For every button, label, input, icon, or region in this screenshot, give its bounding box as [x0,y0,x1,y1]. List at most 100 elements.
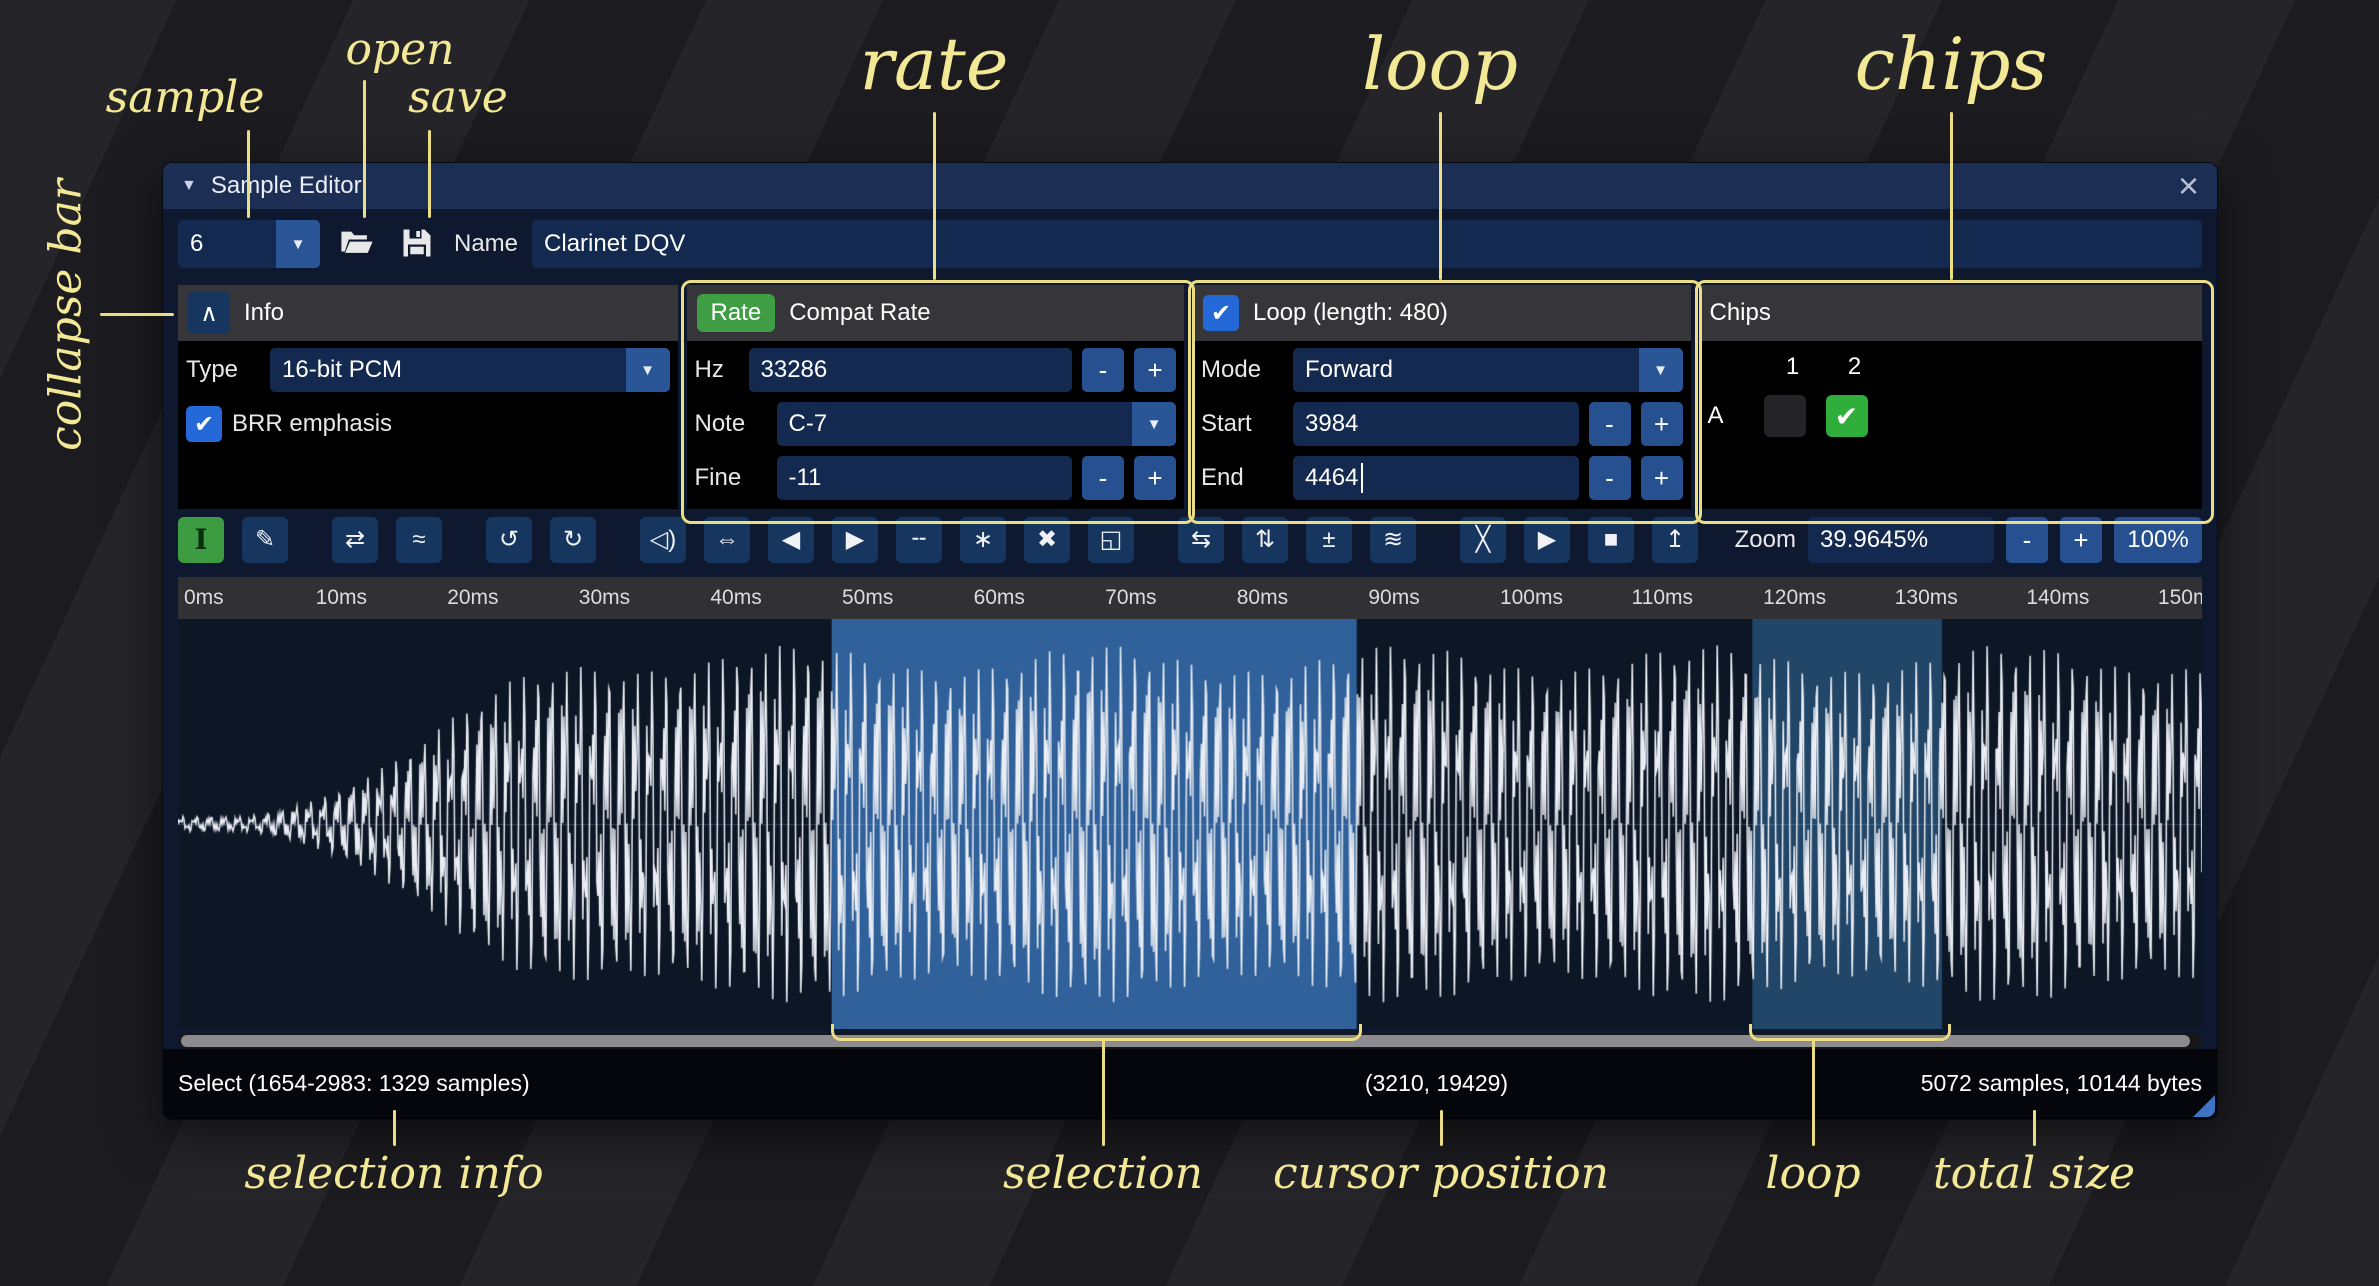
save-button[interactable] [394,221,440,267]
fine-increase-button[interactable]: + [1134,456,1176,500]
loop-end-input[interactable]: 4464 [1293,456,1579,500]
annotation-cursor-position: cursor position [1273,1148,1609,1199]
undo-button[interactable]: ↺ [486,517,532,563]
annotation-line-rate [933,112,936,280]
ruler-tick: 10ms [310,577,442,619]
apply-silence-icon: ∗ [973,528,993,552]
fine-decrease-button[interactable]: - [1082,456,1124,500]
hz-increase-button[interactable]: + [1134,348,1176,392]
amplify-button[interactable]: ◁) [640,517,686,563]
delete-icon: ✖ [1037,528,1057,552]
edit-draw-button[interactable]: ✎ [242,517,288,563]
rate-title: Compat Rate [789,299,930,327]
reverse-button[interactable]: ⇆ [1178,517,1224,563]
chip-toggle-2[interactable] [1826,395,1868,437]
loop-start-decrease-button[interactable]: - [1589,402,1631,446]
scrollbar-thumb[interactable] [181,1035,2190,1047]
loop-start-label: Start [1201,410,1283,438]
annotation-line-open [363,80,366,218]
text-cursor [1361,463,1363,493]
loop-end-value: 4464 [1305,464,1358,492]
title-bar[interactable]: ▼ Sample Editor × [163,163,2217,209]
zoom-in-button[interactable]: + [2060,517,2102,563]
loop-section: Loop (length: 480) Mode Forward ▼ Start … [1193,285,1691,509]
ruler-tick: 50ms [836,577,968,619]
chips-section: Chips 1 2 A [1700,285,2203,509]
hz-label: Hz [695,356,739,384]
chevron-down-icon[interactable]: ▼ [626,348,670,392]
preview-button[interactable]: ▶ [1524,517,1570,563]
note-select[interactable]: C-7 ▼ [777,402,1177,446]
chip-column-headers: 1 2 [1772,347,2195,387]
note-label: Note [695,410,767,438]
signedness-button[interactable]: ± [1306,517,1352,563]
close-icon[interactable]: × [2178,168,2199,204]
chip-column-2-label: 2 [1834,353,1876,381]
stop-preview-button[interactable]: ■ [1588,517,1634,563]
loop-end-increase-button[interactable]: + [1641,456,1683,500]
loop-mode-select[interactable]: Forward ▼ [1293,348,1683,392]
ruler-tick: 80ms [1231,577,1363,619]
collapse-info-button[interactable]: ∧ [188,292,230,334]
ruler-tick: 40ms [704,577,836,619]
redo-button[interactable]: ↻ [550,517,596,563]
ruler-tick: 120ms [1757,577,1889,619]
apply-silence-button[interactable]: ∗ [960,517,1006,563]
chevron-down-icon[interactable]: ▼ [276,220,320,268]
normalize-button[interactable]: ⇔ [704,517,750,563]
annotation-total-size: total size [1933,1148,2135,1199]
sample-selector[interactable]: 6 ▼ [178,220,320,268]
waveform-scrollbar[interactable] [178,1033,2202,1049]
filter-button[interactable]: ≋ [1370,517,1416,563]
ruler-tick: 130ms [1889,577,2021,619]
loop-start-input[interactable]: 3984 [1293,402,1579,446]
resize-grip[interactable] [2193,1095,2215,1117]
loop-end-decrease-button[interactable]: - [1589,456,1631,500]
fade-out-button[interactable]: ▶ [832,517,878,563]
undo-icon: ↺ [499,528,519,552]
invert-button[interactable]: ⇅ [1242,517,1288,563]
note-value: C-7 [777,402,1133,446]
window-collapse-caret-icon[interactable]: ▼ [181,177,197,195]
normalize-icon: ⇔ [715,528,739,552]
chevron-down-icon[interactable]: ▼ [1639,348,1683,392]
delete-button[interactable]: ✖ [1024,517,1070,563]
name-value: Clarinet DQV [544,230,685,258]
brr-emphasis-checkbox[interactable] [186,406,222,442]
info-body: Type 16-bit PCM ▼ BRR emphasis [178,341,678,509]
type-select[interactable]: 16-bit PCM ▼ [270,348,670,392]
fade-in-button[interactable]: ◀ [768,517,814,563]
insert-silence-button[interactable]: ╌ [896,517,942,563]
loop-mode-value: Forward [1293,348,1639,392]
fine-input[interactable]: -11 [777,456,1073,500]
loop-end-label: End [1201,464,1283,492]
rate-body: Hz 33286 - + Note C-7 ▼ [687,341,1185,509]
chevron-down-icon[interactable]: ▼ [1132,402,1176,446]
zoom-reset-button[interactable]: 100% [2114,517,2202,563]
chip-cells [1764,395,1868,437]
hz-input[interactable]: 33286 [749,348,1073,392]
crop-icon: ◱ [1100,528,1123,552]
trim-button[interactable]: ◱ [1088,517,1134,563]
time-ruler[interactable]: 0ms10ms20ms30ms40ms50ms60ms70ms80ms90ms1… [178,577,2202,619]
crossfade-button[interactable]: ╳ [1460,517,1506,563]
zoom-out-button[interactable]: - [2006,517,2048,563]
chips-header: Chips [1700,285,2203,341]
make-wavetable-button[interactable]: ↥ [1652,517,1698,563]
chip-toggle-1[interactable] [1764,395,1806,437]
type-label: Type [186,356,260,384]
waveform-canvas[interactable] [178,619,2202,1029]
resample-button[interactable]: ≈ [396,517,442,563]
hz-value: 33286 [761,356,828,384]
annotation-collapse-bar: collapse bar [41,179,92,451]
resize-button[interactable]: ⇄ [332,517,378,563]
loop-enable-checkbox[interactable] [1203,295,1239,331]
loop-start-increase-button[interactable]: + [1641,402,1683,446]
ruler-tick: 100ms [1494,577,1626,619]
zoom-input[interactable]: 39.9645% [1808,517,1994,563]
open-button[interactable] [334,221,380,267]
hz-decrease-button[interactable]: - [1082,348,1124,392]
pencil-icon: ✎ [255,528,275,552]
edit-select-button[interactable]: I [178,517,224,563]
desktop-background: sample open save rate loop chips collaps… [0,0,2379,1286]
